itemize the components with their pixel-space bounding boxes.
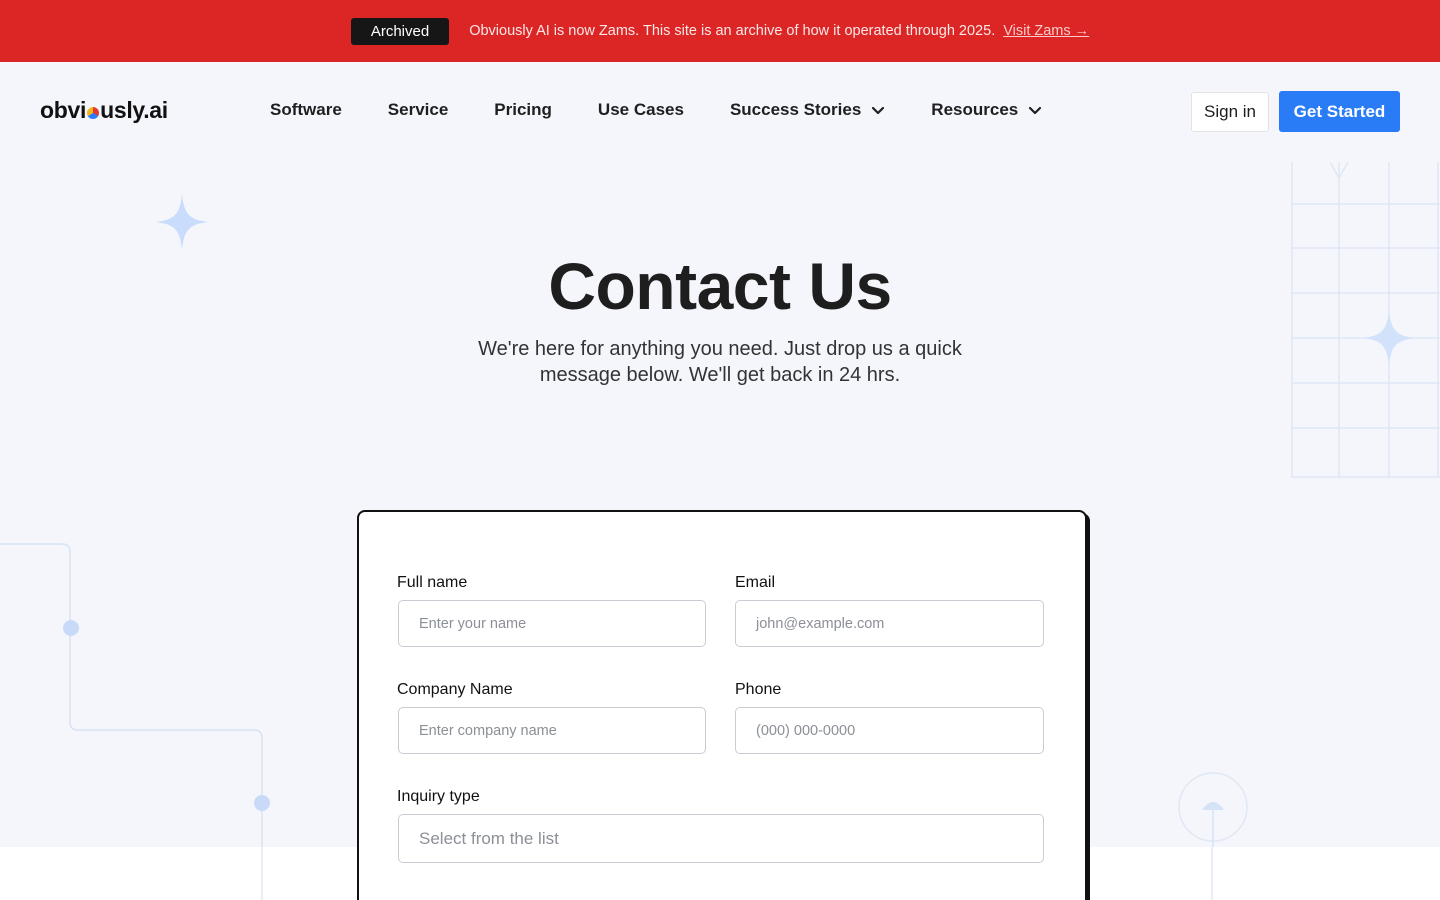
archive-message: Obviously AI is now Zams. This site is a… xyxy=(469,23,996,39)
sign-in-button[interactable]: Sign in xyxy=(1191,92,1269,132)
nav-menu: Software Service Pricing Use Cases Succe… xyxy=(270,100,1088,120)
company-name-input[interactable]: Enter company name xyxy=(398,707,706,754)
company-name-label: Company Name xyxy=(397,681,513,698)
logo-dot-icon xyxy=(87,106,100,119)
nav-label: Use Cases xyxy=(597,100,684,119)
sparkle-icon xyxy=(155,194,209,250)
nav-item-pricing[interactable]: Pricing xyxy=(494,100,552,120)
full-name-placeholder: Enter your name xyxy=(419,615,527,632)
logo-text-start: obvi xyxy=(40,97,87,123)
full-name-label: Full name xyxy=(397,574,468,591)
page-title: Contact Us xyxy=(548,249,892,323)
phone-input[interactable]: (000) 000-0000 xyxy=(735,707,1044,754)
nav-label: Success Stories xyxy=(729,100,862,119)
nav-label: Software xyxy=(270,100,342,119)
chevron-down-icon xyxy=(872,106,885,115)
nav-item-software[interactable]: Software xyxy=(270,100,342,120)
obviously-ai-logo[interactable]: obvi usly.ai xyxy=(40,97,168,124)
email-label: Email xyxy=(735,574,776,591)
nav-label: Service xyxy=(387,100,449,119)
inquiry-type-label: Inquiry type xyxy=(397,788,480,805)
logo-text-end: usly.ai xyxy=(100,97,168,123)
nav-label: Pricing xyxy=(494,100,552,119)
circle-decoration-lower xyxy=(1211,847,1213,900)
inquiry-type-select[interactable]: Select from the list xyxy=(398,814,1044,863)
email-placeholder: john@example.com xyxy=(756,615,885,632)
circle-decoration xyxy=(1178,772,1248,847)
email-input[interactable]: john@example.com xyxy=(735,600,1044,647)
archived-badge: Archived xyxy=(350,17,450,45)
company-name-placeholder: Enter company name xyxy=(419,722,557,739)
circuit-decoration-lower xyxy=(261,847,263,900)
contact-form: Full name Enter your name Email john@exa… xyxy=(357,510,1087,900)
page-subtitle: We're here for anything you need. Just d… xyxy=(478,338,962,386)
nav-item-success-stories[interactable]: Success Stories xyxy=(730,100,885,120)
archive-banner: Archived Obviously AI is now Zams. This … xyxy=(0,0,1440,62)
inquiry-type-placeholder: Select from the list xyxy=(419,828,559,848)
phone-placeholder: (000) 000-0000 xyxy=(756,722,856,739)
full-name-input[interactable]: Enter your name xyxy=(398,600,706,647)
circuit-decoration xyxy=(0,543,270,847)
nav-item-service[interactable]: Service xyxy=(388,100,449,120)
chevron-down-icon xyxy=(1029,106,1042,115)
nav-item-use-cases[interactable]: Use Cases xyxy=(598,100,684,120)
get-started-button[interactable]: Get Started xyxy=(1279,91,1400,132)
nav-label: Resources xyxy=(931,100,1019,119)
nav-item-resources[interactable]: Resources xyxy=(931,100,1042,120)
phone-label: Phone xyxy=(735,681,782,698)
visit-zams-link[interactable]: Visit Zams → xyxy=(1003,23,1089,39)
